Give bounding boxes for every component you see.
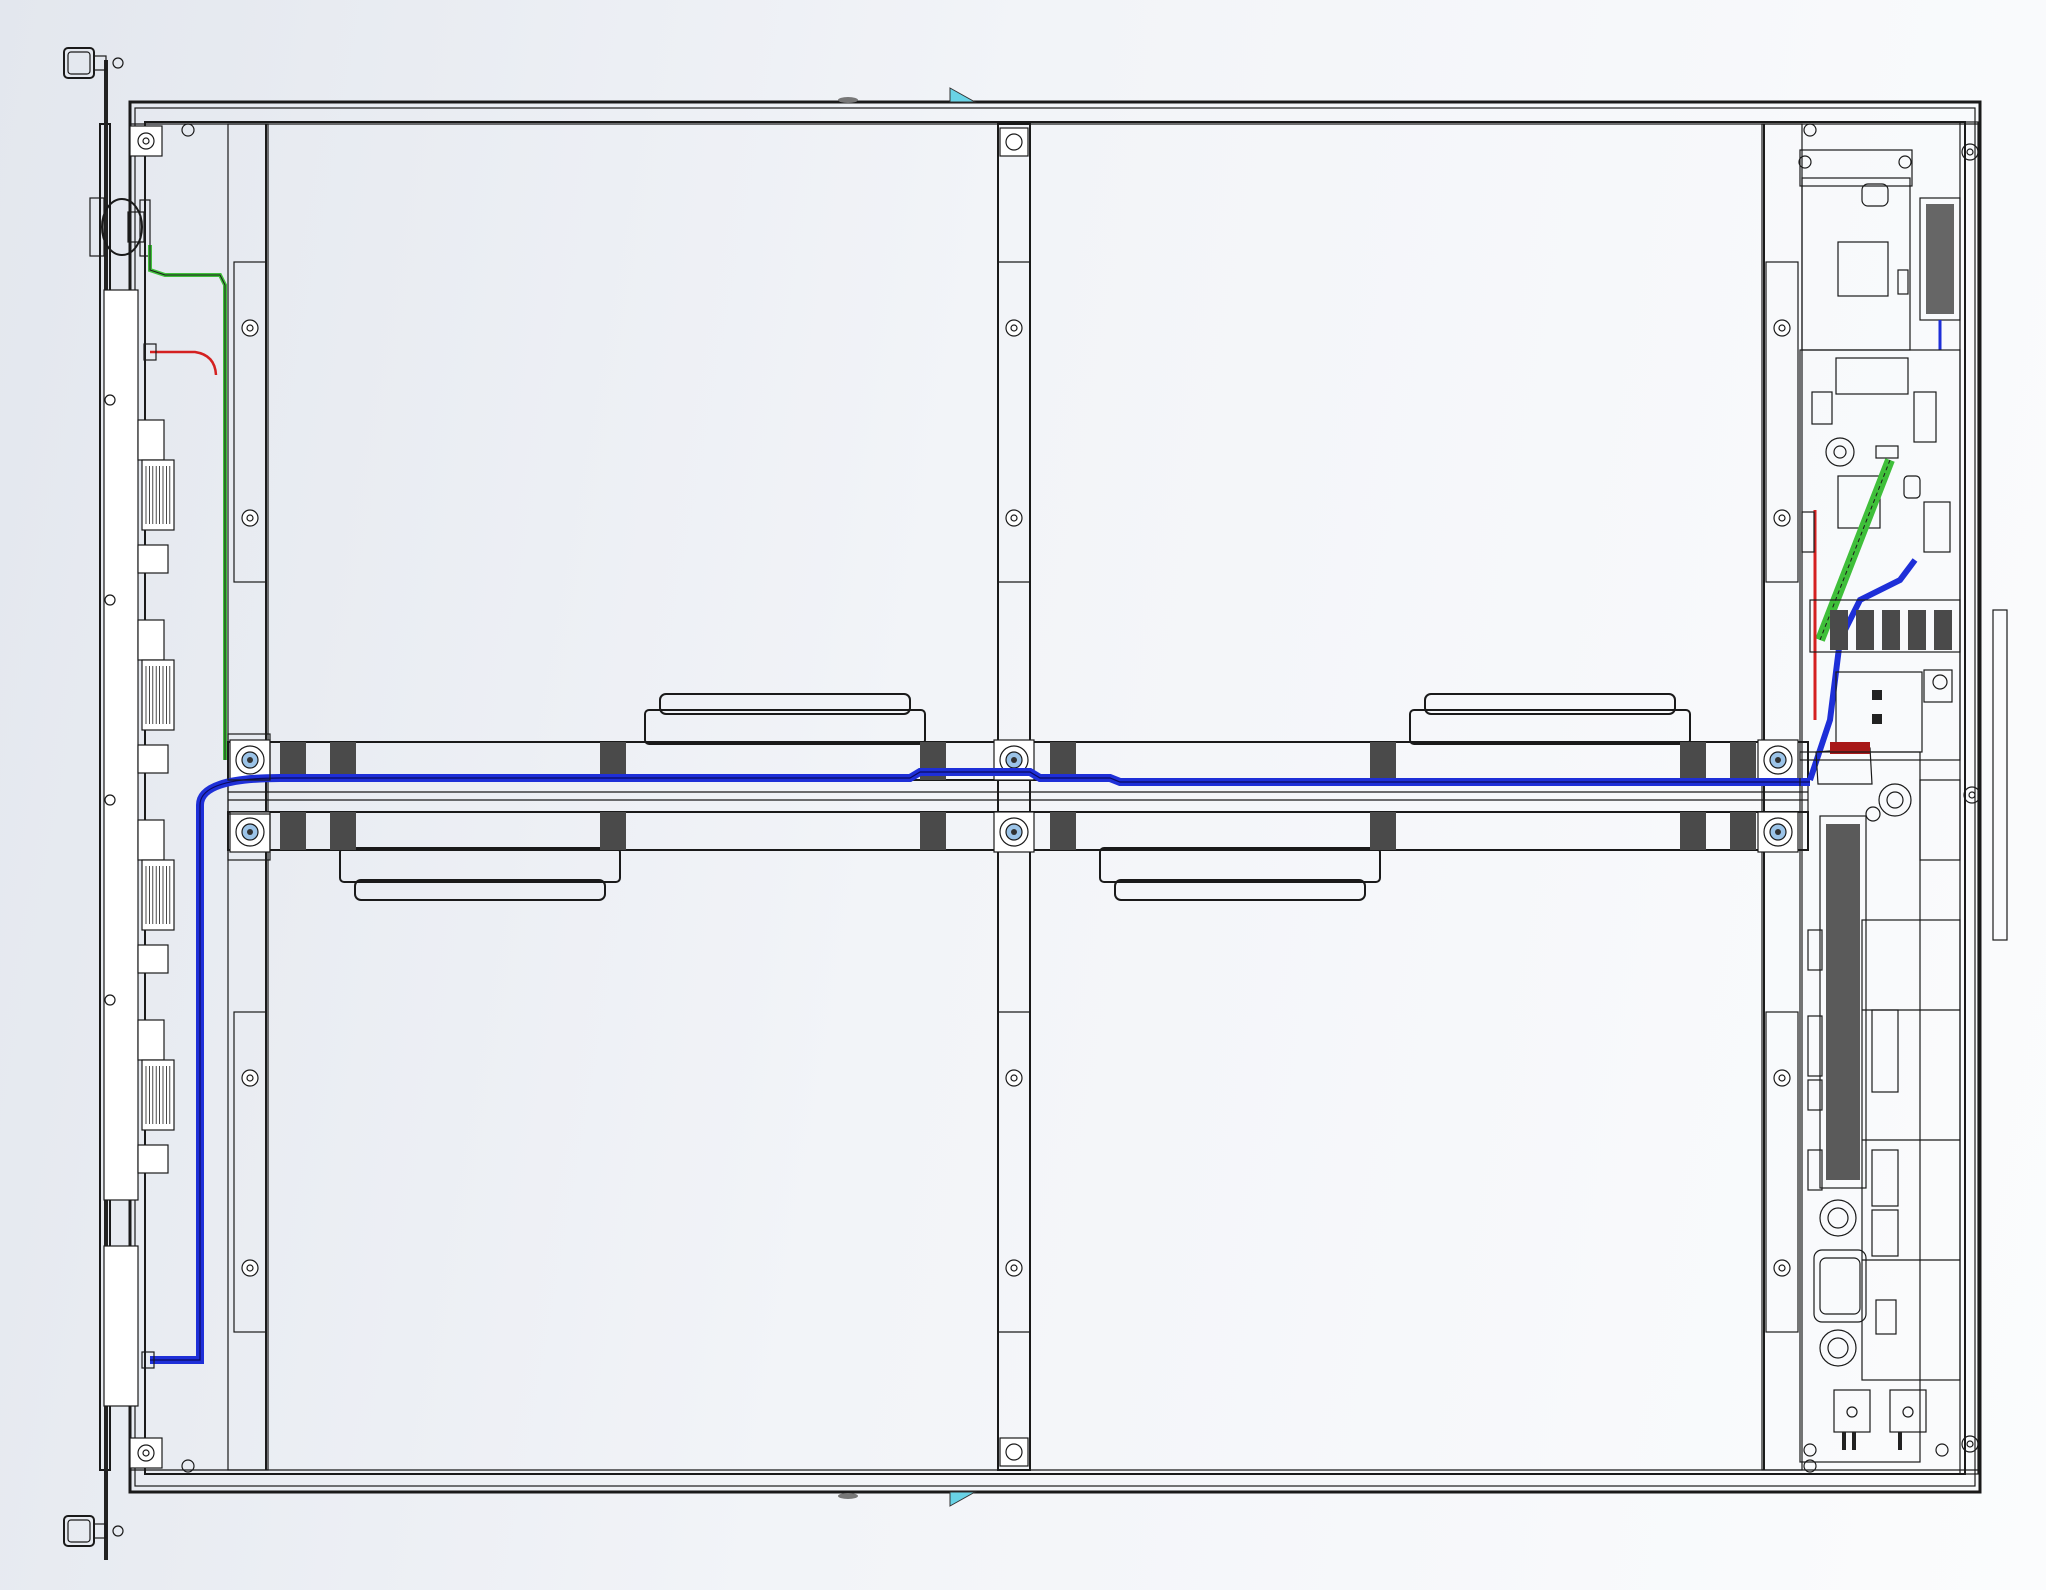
bay-screw — [1773, 1069, 1791, 1087]
bay-screw — [241, 319, 259, 337]
fan-rail — [227, 693, 1809, 901]
pcb-board-lower — [1798, 155, 1961, 1463]
rail-block — [1680, 812, 1706, 850]
bearing — [1757, 739, 1799, 781]
cable-blue — [141, 558, 1918, 1369]
bay-screw — [1005, 1259, 1023, 1277]
rail-block — [920, 812, 946, 850]
bay-screw — [1005, 509, 1023, 527]
bay-screw — [1773, 1259, 1791, 1277]
bay-screw — [241, 509, 259, 527]
rail-block — [1730, 812, 1756, 850]
cad-viewport[interactable] — [0, 0, 2046, 1590]
rail-block — [1370, 742, 1396, 780]
bay-screw — [999, 127, 1029, 157]
bay-screw — [241, 1069, 259, 1087]
bearing — [1757, 811, 1799, 853]
rail-block — [600, 812, 626, 850]
bay-screw-list — [241, 127, 1791, 1467]
rail-block — [1730, 742, 1756, 780]
bearing — [993, 811, 1035, 853]
bearing — [229, 811, 271, 853]
chassis-drawing — [63, 47, 2008, 1560]
thumbscrew-top[interactable] — [63, 47, 124, 79]
rail-block-list — [229, 739, 1799, 853]
rail-block — [1370, 812, 1396, 850]
bay-screw — [1773, 319, 1791, 337]
bay-screw — [999, 1437, 1029, 1467]
chassis-outline — [128, 87, 2008, 1507]
bearing — [229, 739, 271, 781]
rail-block — [330, 812, 356, 850]
bay-screw — [1005, 1069, 1023, 1087]
bay-screw — [1773, 509, 1791, 527]
bay-screw — [1005, 319, 1023, 337]
rail-block — [1050, 812, 1076, 850]
thumbscrew-bottom[interactable] — [63, 1515, 124, 1547]
pcb-board-upper — [1799, 149, 1961, 761]
rail-block — [1680, 742, 1706, 780]
rail-block — [280, 812, 306, 850]
red-connector — [1815, 742, 1873, 785]
bay-screw — [241, 1259, 259, 1277]
